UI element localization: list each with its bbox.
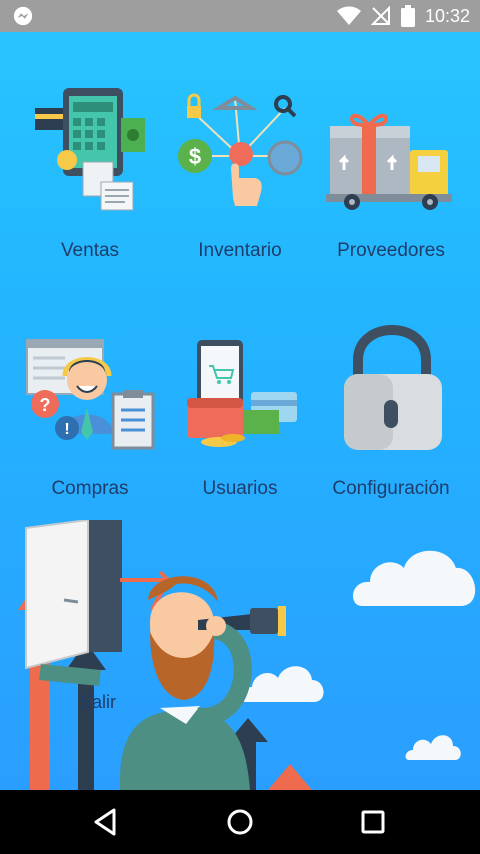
menu-item-label: Inventario [198, 240, 282, 261]
menu-item-label: Salir [80, 692, 117, 712]
padlock-icon [344, 325, 442, 450]
clock: 10:32 [424, 5, 470, 26]
suppliers-truck-icon [326, 113, 452, 210]
menu-item-salir[interactable]: Salir [0, 520, 330, 790]
cloud-decoration [352, 550, 476, 606]
menu-item-ventas[interactable]: Ventas [15, 48, 165, 261]
menu-item-proveedores[interactable]: Proveedores [316, 48, 466, 261]
sales-icon [35, 88, 145, 211]
no-signal-icon [370, 6, 390, 25]
purchases-icon: ? ! [26, 339, 155, 450]
messenger-icon [13, 6, 33, 26]
main-menu: Ventas $ Inventario Proveedores ? ! Comp… [0, 32, 480, 790]
menu-item-configuracion[interactable]: Configuración [316, 286, 466, 499]
svg-text:$: $ [189, 144, 201, 169]
menu-item-label: Ventas [60, 240, 120, 261]
back-icon[interactable] [86, 802, 126, 842]
status-bar: 10:32 [0, 0, 480, 32]
menu-item-label: Compras [51, 478, 129, 499]
menu-item-inventario[interactable]: $ Inventario [165, 48, 315, 261]
users-wallet-icon [187, 340, 297, 447]
menu-item-label: Configuración [332, 478, 450, 499]
recents-icon[interactable] [353, 802, 393, 842]
battery-icon [400, 5, 415, 27]
menu-item-compras[interactable]: ? ! Compras [15, 286, 165, 499]
menu-item-usuarios[interactable]: Usuarios [165, 286, 315, 499]
menu-item-label: Proveedores [337, 240, 445, 261]
wifi-icon [336, 6, 361, 25]
inventory-icon: $ [178, 93, 303, 206]
cloud-decoration [405, 735, 461, 760]
home-icon[interactable] [220, 802, 260, 842]
menu-item-label: Usuarios [202, 478, 278, 499]
svg-text:!: ! [64, 421, 69, 438]
navigation-bar [0, 790, 480, 854]
svg-text:?: ? [40, 395, 51, 415]
exit-door-icon [18, 520, 312, 790]
